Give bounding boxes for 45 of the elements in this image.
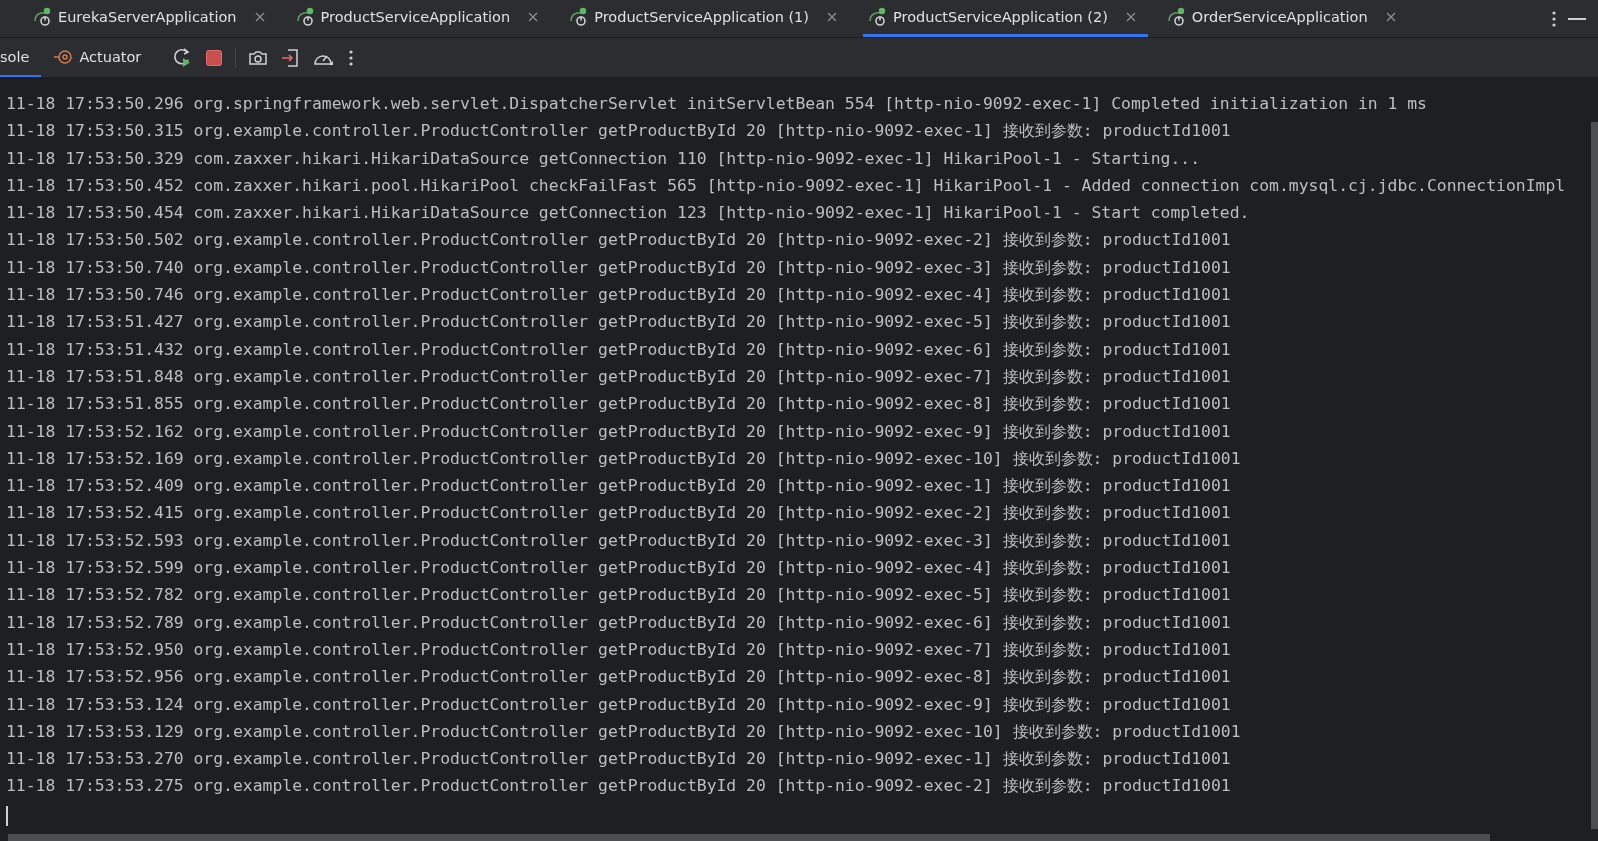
log-line: 11-18 17:53:51.848 org.example.controller.ProductController getProductById 20 [http-nio-9092-exec-7] 接收到参数: productId1001 [6, 365, 1231, 388]
scrollbar-thumb[interactable] [8, 834, 1490, 841]
log-line: 11-18 17:53:52.789 org.example.controller.ProductController getProductById 20 [http-nio-9092-exec-6] 接收到参数: productId1001 [6, 611, 1231, 634]
camera-icon[interactable] [248, 48, 269, 67]
log-line: 11-18 17:53:52.409 org.example.controller.ProductController getProductById 20 [http-nio-9092-exec-1] 接收到参数: productId1001 [6, 475, 1231, 498]
log-line: 11-18 17:53:52.162 org.example.controller.ProductController getProductById 20 [http-nio-9092-exec-9] 接收到参数: productId1001 [6, 420, 1231, 443]
log-line: 11-18 17:53:52.593 org.example.controller.ProductController getProductById 20 [http-nio-9092-exec-3] 接收到参数: productId1001 [6, 529, 1231, 552]
log-line: 11-18 17:53:51.427 org.example.controller.ProductController getProductById 20 [http-nio-9092-exec-5] 接收到参数: productId1001 [6, 311, 1231, 334]
log-line: 11-18 17:53:52.956 org.example.controller.ProductController getProductById 20 [http-nio-9092-exec-8] 接收到参数: productId1001 [6, 666, 1231, 689]
close-icon[interactable] [827, 12, 837, 22]
exit-icon[interactable] [280, 47, 301, 68]
run-tab[interactable]: ProductServiceApplication [290, 0, 551, 37]
log-line: 11-18 17:53:50.746 org.example.controller.ProductController getProductById 20 [http-nio-9092-exec-4] 接收到参数: productId1001 [6, 284, 1231, 307]
log-line: 11-18 17:53:52.950 org.example.controller.ProductController getProductById 20 [http-nio-9092-exec-7] 接收到参数: productId1001 [6, 638, 1231, 661]
log-line: 11-18 17:53:50.454 com.zaxxer.hikari.HikariDataSource getConnection 123 [http-nio-9092-exec-1] HikariPool-1 - Start completed. [6, 202, 1250, 225]
log-line: 11-18 17:53:51.855 org.example.controller.ProductController getProductById 20 [http-nio-9092-exec-8] 接收到参数: productId1001 [6, 393, 1231, 416]
log-line: 11-18 17:53:53.124 org.example.controller.ProductController getProductById 20 [http-nio-9092-exec-9] 接收到参数: productId1001 [6, 693, 1231, 716]
run-tab[interactable]: EurekaServerApplication [28, 0, 277, 37]
close-icon[interactable] [1125, 12, 1136, 22]
log-line: 11-18 17:53:52.782 org.example.controller.ProductController getProductById 20 [http-nio-9092-exec-5] 接收到参数: productId1001 [6, 584, 1231, 607]
log-line: 11-18 17:53:53.129 org.example.controller.ProductController getProductById 20 [http-nio-9092-exec-10] 接收到参数: productId1001 [6, 720, 1241, 743]
log-line: 11-18 17:53:50.452 com.zaxxer.hikari.pool.HikariPool checkFailFast 565 [http-nio-9092-exec-1] HikariPool-1 - Added connection com.mysql.cj.jdbc.ConnectionImpl [6, 174, 1566, 197]
close-icon[interactable] [254, 12, 265, 22]
actuator-icon [53, 47, 74, 66]
log-line: 11-18 17:53:50.502 org.example.controller.ProductController getProductById 20 [http-nio-9092-exec-2] 接收到参数: productId1001 [6, 229, 1231, 252]
log-line: 11-18 17:53:50.315 org.example.controller.ProductController getProductById 20 [http-nio-9092-exec-1] 接收到参数: productId1001 [6, 120, 1231, 143]
log-line: 11-18 17:53:53.270 org.example.controller.ProductController getProductById 20 [http-nio-9092-exec-1] 接收到参数: productId1001 [6, 748, 1231, 771]
log-line: 11-18 17:53:50.329 com.zaxxer.hikari.HikariDataSource getConnection 110 [http-nio-9092-exec-1] HikariPool-1 - Starting... [6, 147, 1201, 170]
view-tab[interactable]: sole [0, 38, 42, 77]
scrollbar-thumb[interactable] [1591, 122, 1598, 829]
log-line: 11-18 17:53:52.415 org.example.controller.ProductController getProductById 20 [http-nio-9092-exec-2] 接收到参数: productId1001 [6, 502, 1231, 525]
minimize-icon[interactable] [1568, 17, 1586, 20]
log-line: 11-18 17:53:53.275 org.example.controller.ProductController getProductById 20 [http-nio-9092-exec-2] 接收到参数: productId1001 [6, 775, 1231, 798]
log-line: 11-18 17:53:52.169 org.example.controller.ProductController getProductById 20 [http-nio-9092-exec-10] 接收到参数: productId1001 [6, 447, 1241, 470]
text-cursor [6, 805, 8, 826]
log-line: 11-18 17:53:51.432 org.example.controller.ProductController getProductById 20 [http-nio-9092-exec-6] 接收到参数: productId1001 [6, 338, 1231, 361]
log-line: 11-18 17:53:52.599 org.example.controller.ProductController getProductById 20 [http-nio-9092-exec-4] 接收到参数: productId1001 [6, 557, 1231, 580]
close-icon[interactable] [1385, 12, 1396, 22]
view-tab[interactable]: Actuator [53, 38, 154, 77]
log-line: 11-18 17:53:50.740 org.example.controller.ProductController getProductById 20 [http-nio-9092-exec-3] 接收到参数: productId1001 [6, 256, 1231, 279]
stop-icon[interactable] [205, 48, 224, 67]
run-tab[interactable]: ProductServiceApplication (1) [564, 0, 849, 37]
run-tab[interactable]: OrderServiceApplication [1161, 0, 1408, 37]
close-icon[interactable] [528, 12, 539, 22]
log-line: 11-18 17:53:50.296 org.springframework.web.servlet.DispatcherServlet initServletBean 554 [http-nio-9092-exec-1] Completed initialization in 1 ms [6, 93, 1427, 115]
